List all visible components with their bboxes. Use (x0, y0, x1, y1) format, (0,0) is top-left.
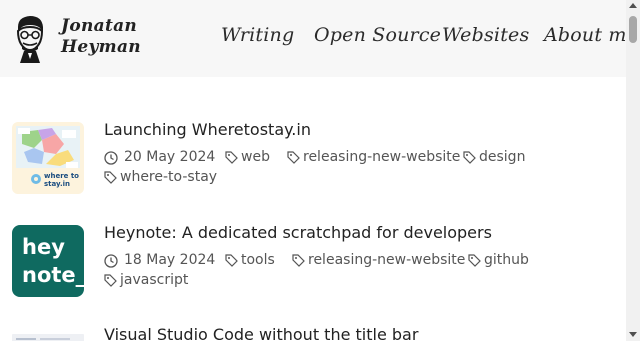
post-thumbnail[interactable] (12, 330, 84, 341)
nav-writing[interactable]: Writing (221, 24, 294, 46)
scroll-thumb[interactable] (629, 16, 637, 43)
post-tag-text: where-to-stay (120, 169, 218, 185)
site-name[interactable]: Jonatan Heyman (61, 16, 141, 58)
tag-icon (463, 151, 476, 164)
tag-icon (104, 274, 117, 287)
scroll-up-arrow-icon[interactable] (629, 3, 637, 8)
clock-icon (104, 151, 118, 165)
post-tag-text: tools (241, 252, 275, 268)
site-header: Jonatan Heyman Writing Open Source Websi… (0, 0, 638, 77)
tag-icon (292, 254, 305, 267)
tag-icon (468, 254, 481, 267)
post-tag-text: releasing-new-website (303, 149, 461, 165)
thumb-text-2: stay.in (44, 180, 70, 188)
nav-websites[interactable]: Websites (442, 24, 529, 46)
heynote-logo: hey note_ (12, 225, 84, 297)
tag-icon (287, 151, 300, 164)
post-tag-text: releasing-new-website (308, 252, 466, 268)
post-thumbnail[interactable]: where to stay.in (12, 122, 84, 194)
thumb-text-1: where to (44, 172, 79, 180)
logo-avatar[interactable] (12, 13, 48, 63)
tag-icon (225, 151, 238, 164)
post-tag-text: design (479, 149, 526, 165)
post-title[interactable]: Launching Wheretostay.in (104, 120, 311, 139)
post-thumbnail[interactable]: hey note_ (12, 225, 84, 297)
scroll-down-arrow-icon[interactable] (629, 332, 637, 337)
nav-about-me[interactable]: About me (544, 24, 638, 46)
tag-icon (225, 254, 238, 267)
post-title[interactable]: Heynote: A dedicated scratchpad for deve… (104, 223, 492, 242)
post-date-text: 20 May 2024 (124, 149, 216, 165)
post-tag-text: github (484, 252, 529, 268)
post-title[interactable]: Visual Studio Code without the title bar (104, 325, 418, 341)
post-tag-text: javascript (120, 272, 189, 288)
thumb-text-1: hey (22, 235, 65, 259)
post-tag-text: web (241, 149, 270, 165)
clock-icon (104, 254, 118, 268)
post-date-text: 18 May 2024 (124, 252, 216, 268)
tag-icon (104, 171, 117, 184)
site-name-line1: Jonatan (61, 16, 138, 36)
site-name-line2: Heyman (61, 37, 141, 57)
nav-open-source[interactable]: Open Source (314, 24, 441, 46)
vertical-scrollbar[interactable] (626, 0, 640, 341)
thumb-text-2: note_ (22, 263, 84, 287)
